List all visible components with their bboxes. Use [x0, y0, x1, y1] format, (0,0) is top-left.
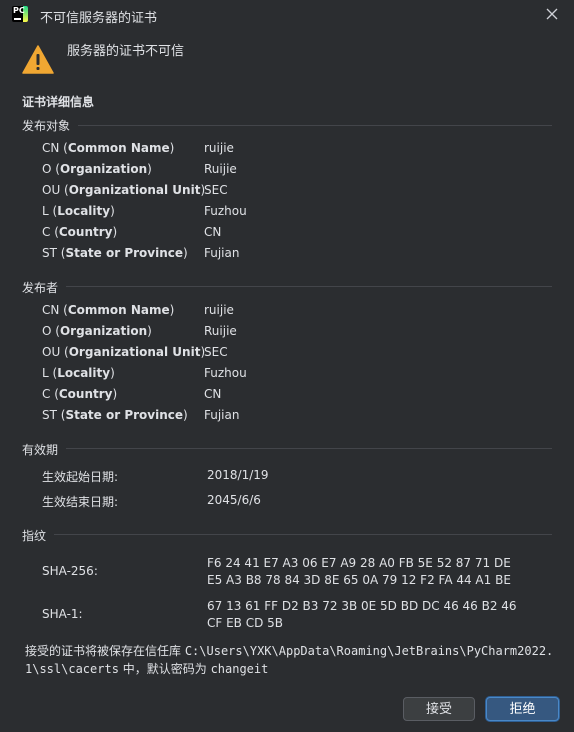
field-abbr: O ( [42, 162, 60, 176]
issuer-field-value: CN [204, 387, 222, 401]
field-name: Locality [57, 204, 111, 218]
validity-end-value: 2045/6/6 [207, 493, 261, 507]
window-title: 不可信服务器的证书 [40, 11, 158, 26]
issuer-field-key: O (Organization) [42, 324, 152, 338]
field-abbr: L ( [42, 366, 58, 380]
note-prefix: 接受的证书将被保存在信任库 [25, 644, 185, 658]
pycharm-icon: PC [12, 6, 28, 22]
sha1-line: 67 13 61 FF D2 B3 72 3B 0E 5D BD DC 46 4… [207, 599, 517, 613]
truststore-path-continued: 1\ssl\cacerts [25, 662, 119, 676]
subject-field-value: SEC [204, 183, 228, 197]
field-close: ) [110, 204, 115, 218]
subject-field-value: Ruijie [204, 162, 237, 176]
warning-message: 服务器的证书不可信 [67, 44, 185, 59]
issuer-field-key: OU (Organizational Unit) [42, 345, 205, 359]
field-close: ) [147, 162, 152, 176]
field-abbr: CN ( [42, 141, 68, 155]
details-heading: 证书详细信息 [22, 95, 95, 109]
field-name: State or Province [65, 408, 184, 422]
subject-field-value: CN [204, 225, 222, 239]
field-close: ) [112, 387, 118, 401]
field-name: Country [58, 387, 113, 401]
subject-field-key: OU (Organizational Unit) [42, 183, 205, 197]
field-abbr: C ( [42, 387, 59, 401]
fingerprints-group-title: 指纹 [22, 529, 47, 543]
issuer-field-value: SEC [204, 345, 228, 359]
note-suffix: 中，默认密码为 [118, 662, 211, 676]
field-abbr: L ( [42, 204, 58, 218]
subject-field-key: L (Locality) [42, 204, 115, 218]
field-abbr: ST ( [42, 408, 66, 422]
sha256-value: F6 24 41 E7 A3 06 E7 A9 28 A0 FB 5E 52 8… [207, 555, 511, 589]
sha256-line: F6 24 41 E7 A3 06 E7 A9 28 A0 FB 5E 52 8… [207, 556, 511, 570]
subject-separator [78, 125, 552, 126]
field-name: Country [58, 225, 113, 239]
field-close: ) [183, 246, 188, 260]
issuer-field-value: Fujian [204, 408, 240, 422]
field-name: Common Name [67, 303, 170, 317]
field-name: Organization [59, 324, 148, 338]
field-name: Locality [57, 366, 111, 380]
sha256-label: SHA-256: [42, 564, 98, 578]
issuer-field-key: C (Country) [42, 387, 117, 401]
validity-group-title: 有效期 [22, 443, 59, 457]
warning-icon [22, 44, 54, 76]
truststore-path: C:\Users\YXK\AppData\Roaming\JetBrains\P… [184, 644, 554, 658]
issuer-separator [66, 286, 552, 287]
issuer-field-key: CN (Common Name) [42, 303, 174, 317]
subject-field-value: Fuzhou [204, 204, 247, 218]
reject-button[interactable]: 拒绝 [486, 697, 559, 721]
sha1-label: SHA-1: [42, 607, 83, 621]
accept-button[interactable]: 接受 [403, 697, 475, 721]
field-abbr: CN ( [42, 303, 68, 317]
issuer-field-value: ruijie [204, 303, 234, 317]
sha1-value: 67 13 61 FF D2 B3 72 3B 0E 5D BD DC 46 4… [207, 598, 517, 632]
field-close: ) [112, 225, 118, 239]
field-name: Organizational Unit [68, 183, 201, 197]
field-abbr: ST ( [42, 246, 66, 260]
default-password: changeit [210, 662, 269, 676]
subject-field-key: CN (Common Name) [42, 141, 174, 155]
field-close: ) [169, 141, 175, 155]
validity-start-value: 2018/1/19 [207, 468, 269, 482]
field-name: Common Name [67, 141, 170, 155]
issuer-field-value: Ruijie [204, 324, 237, 338]
validity-separator [66, 448, 552, 449]
field-abbr: C ( [42, 225, 59, 239]
sha1-line: CF EB CD 5B [207, 616, 284, 630]
close-icon[interactable] [544, 6, 560, 22]
field-abbr: OU ( [42, 183, 69, 197]
validity-end-label: 生效结束日期: [42, 495, 119, 509]
field-abbr: O ( [42, 324, 60, 338]
title-bar: PC 不可信服务器的证书 [0, 0, 574, 30]
field-name: Organizational Unit [68, 345, 201, 359]
subject-field-value: Fujian [204, 246, 240, 260]
issuer-field-key: ST (State or Province) [42, 408, 188, 422]
validity-start-label: 生效起始日期: [42, 470, 119, 484]
truststore-note: 接受的证书将被保存在信任库 C:\Users\YXK\AppData\Roami… [25, 642, 555, 678]
field-name: State or Province [65, 246, 184, 260]
subject-group-title: 发布对象 [22, 119, 71, 133]
subject-field-key: C (Country) [42, 225, 117, 239]
subject-field-value: ruijie [204, 141, 234, 155]
subject-field-key: ST (State or Province) [42, 246, 188, 260]
field-close: ) [169, 303, 175, 317]
field-close: ) [147, 324, 152, 338]
issuer-field-key: L (Locality) [42, 366, 115, 380]
field-close: ) [110, 366, 115, 380]
field-close: ) [183, 408, 188, 422]
issuer-field-value: Fuzhou [204, 366, 247, 380]
fingerprints-separator [54, 534, 552, 535]
field-abbr: OU ( [42, 345, 69, 359]
issuer-group-title: 发布者 [22, 281, 59, 295]
field-name: Organization [59, 162, 148, 176]
subject-field-key: O (Organization) [42, 162, 152, 176]
sha256-line: E5 A3 B8 78 84 3D 8E 65 0A 79 12 F2 FA 4… [207, 573, 511, 587]
